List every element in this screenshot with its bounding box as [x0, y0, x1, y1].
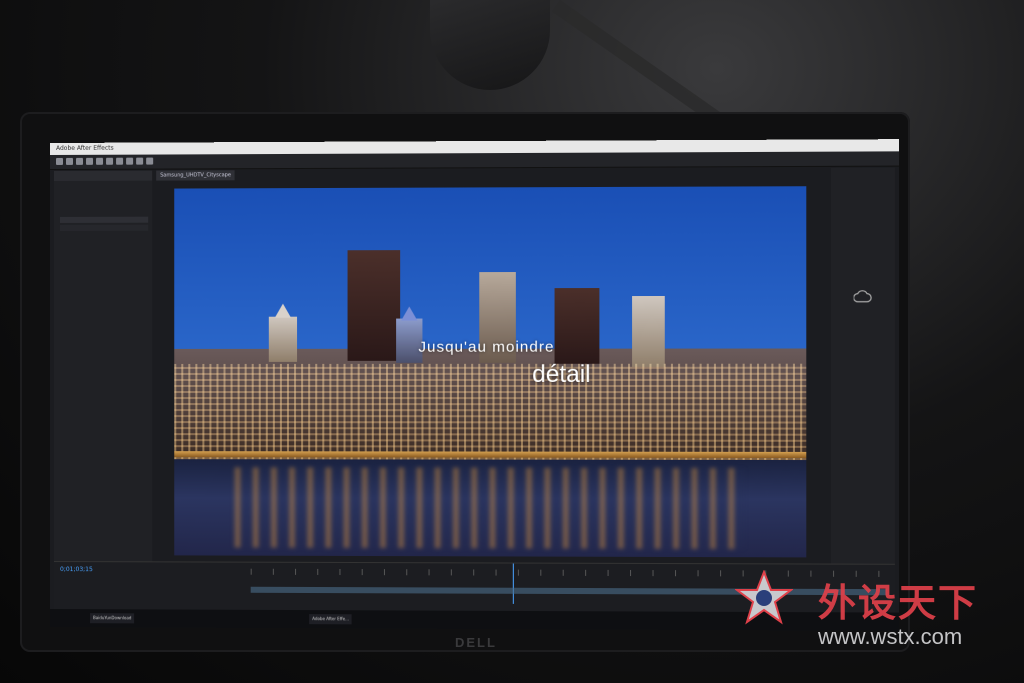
city-lights — [174, 363, 807, 461]
watermark-text: 外设天下 — [818, 581, 979, 625]
video-caption-line1: Jusqu'au moindre — [418, 338, 555, 356]
skyscraper — [554, 288, 600, 364]
screen: Adobe After Effects Samsung_UHDTV_Citysc… — [50, 139, 899, 631]
project-item[interactable] — [59, 216, 149, 223]
spire — [401, 306, 418, 321]
skyscraper — [268, 316, 298, 362]
watermark-url: www.wstx.com — [818, 624, 963, 649]
water-reflections — [234, 467, 745, 550]
text-tool-icon[interactable] — [136, 157, 144, 165]
brush-tool-icon[interactable] — [146, 157, 154, 165]
current-time-indicator[interactable] — [512, 563, 514, 604]
video-caption-line2: détail — [532, 360, 591, 389]
star-logo-icon — [735, 570, 793, 625]
toolbar — [50, 151, 899, 170]
project-panel-header — [53, 170, 153, 181]
camera-tool-icon[interactable] — [96, 157, 104, 165]
monitor-brand-logo: DELL — [455, 635, 497, 650]
bridge — [174, 451, 807, 459]
composition-viewer[interactable]: Jusqu'au moindre détail — [174, 186, 807, 558]
spire — [274, 303, 291, 318]
skyscraper — [347, 250, 401, 361]
tab-composition[interactable]: Samsung_UHDTV_Cityscape — [156, 170, 236, 181]
select-tool-icon[interactable] — [55, 157, 63, 165]
timecode-display[interactable]: 0;01;03;15 — [60, 566, 93, 573]
project-panel — [53, 170, 153, 574]
taskbar-item-after-effects[interactable]: Adobe After Effe... — [309, 614, 352, 625]
project-item[interactable] — [59, 224, 149, 231]
zoom-tool-icon[interactable] — [76, 157, 84, 165]
pen-tool-icon[interactable] — [126, 157, 134, 165]
mask-tool-icon[interactable] — [116, 157, 124, 165]
creative-cloud-icon — [854, 290, 873, 304]
taskbar-item-folder[interactable]: BaiduYunDownload — [90, 613, 135, 624]
libraries-panel — [830, 167, 895, 576]
rotate-tool-icon[interactable] — [86, 157, 94, 165]
hand-tool-icon[interactable] — [65, 157, 74, 165]
skyscraper — [632, 295, 665, 367]
pan-tool-icon[interactable] — [106, 157, 114, 165]
